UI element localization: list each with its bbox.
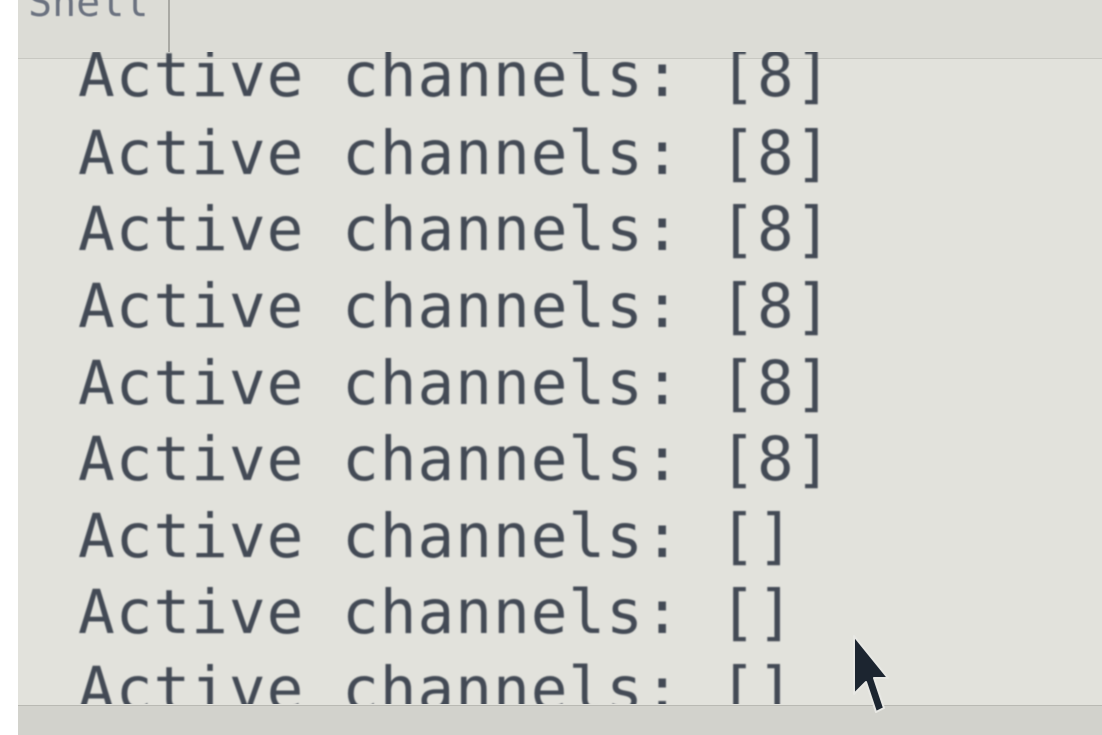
output-line: Active channels: [8] xyxy=(78,424,833,495)
output-line: Active channels: [] xyxy=(78,654,795,704)
bottom-bar xyxy=(18,705,1102,735)
output-line: Active channels: [] xyxy=(78,577,795,648)
output-line: Active channels: [8] xyxy=(78,52,833,111)
output-line: Active channels: [8] xyxy=(78,118,833,189)
terminal-output[interactable]: Active channels: [8] Active channels: [8… xyxy=(78,52,1078,704)
tab-label: Shell xyxy=(28,0,149,26)
output-line: Active channels: [8] xyxy=(78,271,833,342)
mouse-pointer-icon xyxy=(853,635,889,713)
output-line: Active channels: [8] xyxy=(78,194,833,265)
tab-strip: Shell xyxy=(18,0,1102,59)
tab-shell[interactable]: Shell xyxy=(18,0,170,52)
output-line: Active channels: [] xyxy=(78,501,795,572)
terminal-window: Shell Active channels: [8] Active channe… xyxy=(18,0,1102,735)
output-line: Active channels: [8] xyxy=(78,348,833,419)
